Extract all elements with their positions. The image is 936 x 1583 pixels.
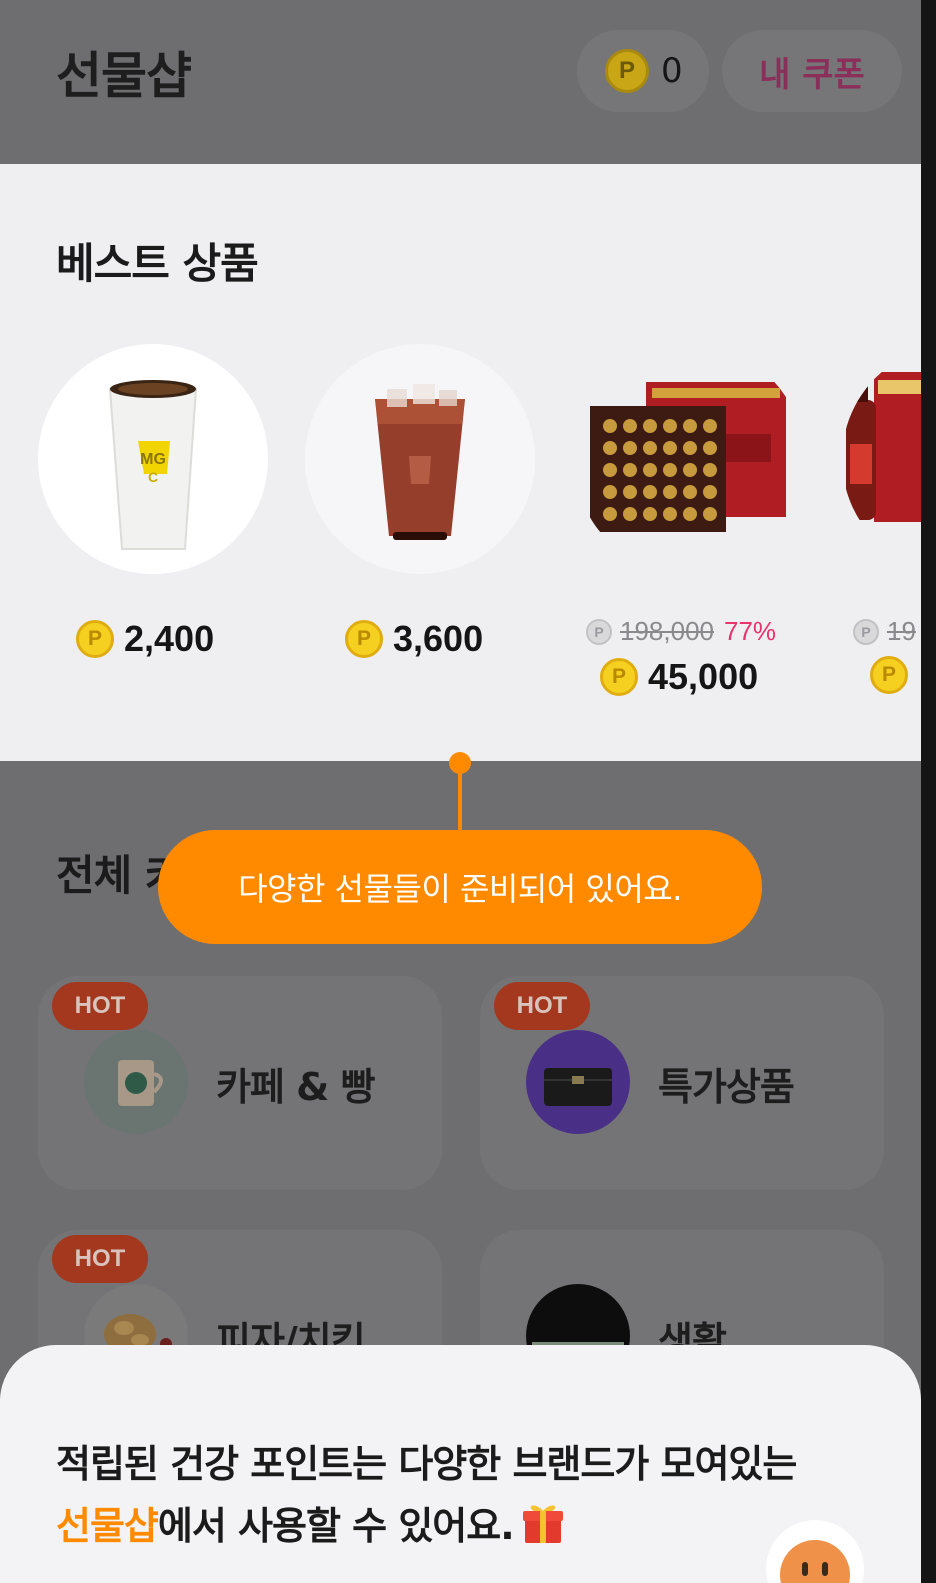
- product-card[interactable]: [305, 344, 535, 574]
- hot-badge: HOT: [52, 1235, 148, 1283]
- price-row: P: [870, 656, 908, 694]
- point-balance[interactable]: P 0: [577, 30, 709, 112]
- coin-icon: P: [600, 658, 638, 696]
- original-price: 198,000: [620, 616, 714, 646]
- original-price-row: P 198,000 77%: [586, 616, 776, 647]
- coin-icon: P: [345, 620, 383, 658]
- tooltip-bubble: 다양한 선물들이 준비되어 있어요.: [158, 830, 762, 944]
- page-title: 선물샵: [56, 47, 192, 105]
- product-image-hot-coffee: MG C: [38, 344, 268, 574]
- svg-text:MG: MG: [140, 451, 166, 468]
- coin-icon: P: [605, 49, 649, 93]
- premium-ginseng-set-icon: [846, 372, 921, 522]
- hot-coffee-cup-icon: MG C: [108, 380, 198, 550]
- price-row: P 3,600: [345, 618, 483, 660]
- mascot-face-icon: [780, 1540, 850, 1583]
- product-card[interactable]: [842, 344, 921, 574]
- price-row: P 45,000: [600, 656, 758, 698]
- onboarding-line-2: 선물샵에서 사용할 수 있어요.: [56, 1495, 796, 1557]
- product-image-red-ginseng: [574, 344, 804, 574]
- price: 3,600: [393, 618, 484, 659]
- price: 45,000: [648, 656, 759, 697]
- best-products-section: 베스트 상품 MG C P 2,400 P 3,600 P 198,000 77…: [0, 164, 921, 761]
- starbucks-cup-icon: [84, 1030, 188, 1134]
- product-image-iced-americano: [305, 344, 535, 574]
- product-card[interactable]: [574, 344, 804, 574]
- header: 선물샵 P 0 내 쿠폰: [0, 0, 921, 164]
- original-price: 19: [887, 616, 916, 646]
- onboarding-message: 적립된 건강 포인트는 다양한 브랜드가 모여있는 선물샵에서 사용할 수 있어…: [56, 1433, 797, 1557]
- coin-icon: P: [870, 656, 908, 694]
- coin-icon: P: [586, 618, 612, 645]
- tooltip-pointer-dot: [449, 752, 471, 774]
- iced-coffee-cup-icon: [375, 384, 465, 540]
- price: 2,400: [124, 618, 215, 659]
- point-value: 0: [661, 51, 683, 91]
- coin-icon: P: [76, 620, 114, 658]
- category-label: 특가상품: [658, 1065, 795, 1109]
- product-image-premium-ginseng: [842, 344, 921, 574]
- onboarding-line-2-rest: 에서 사용할 수 있어요.: [157, 1504, 515, 1548]
- onboarding-line-1: 적립된 건강 포인트는 다양한 브랜드가 모여있는: [56, 1442, 797, 1486]
- product-card[interactable]: MG C: [38, 344, 268, 574]
- gift-icon: [520, 1499, 566, 1545]
- red-ginseng-box-icon: [590, 382, 786, 532]
- my-coupon-button[interactable]: 내 쿠폰: [722, 30, 902, 112]
- coin-icon: P: [853, 618, 879, 645]
- hot-badge: HOT: [52, 982, 148, 1030]
- original-price-row: P 19: [853, 616, 916, 647]
- highlight-gift-shop: 선물샵: [56, 1504, 159, 1548]
- hot-badge: HOT: [494, 982, 590, 1030]
- price-row: P 2,400: [76, 618, 214, 660]
- svg-text:C: C: [148, 469, 158, 485]
- screen-edge: [921, 0, 936, 1583]
- discount-rate: 77%: [723, 616, 777, 646]
- tooltip-pointer-line: [458, 766, 462, 834]
- best-products-title: 베스트 상품: [56, 239, 259, 288]
- category-label: 카페 & 빵: [216, 1065, 375, 1109]
- chanel-bag-icon: [526, 1030, 630, 1134]
